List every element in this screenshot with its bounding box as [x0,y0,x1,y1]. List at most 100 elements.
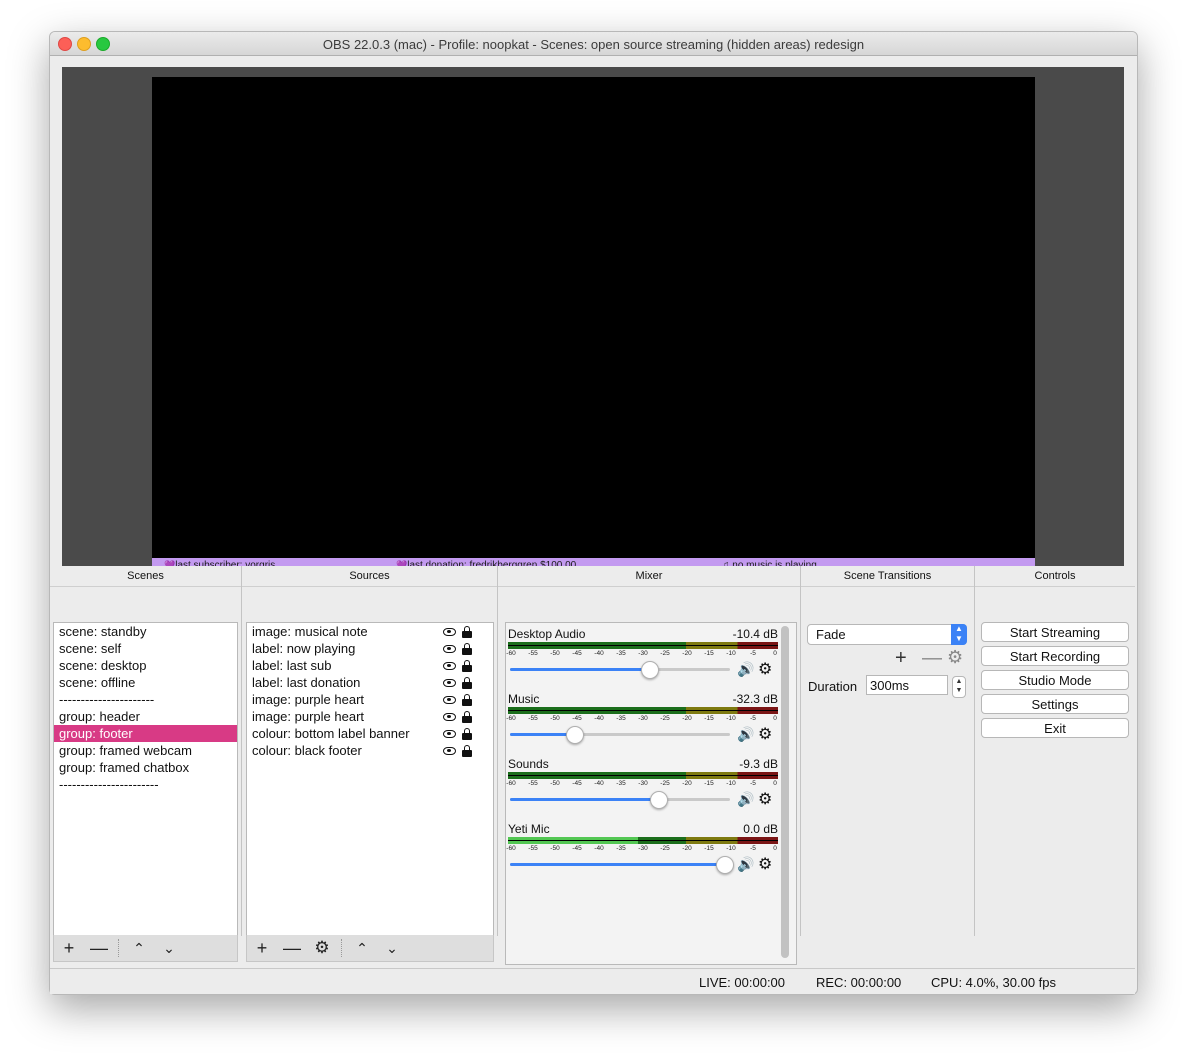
scene-item[interactable]: group: header [54,708,237,725]
source-item[interactable]: label: last sub [247,657,493,674]
add-transition-button[interactable]: + [895,647,907,670]
move-scene-up-button[interactable]: ⌃ [128,938,150,958]
scale-tick-label: -60 [506,845,516,852]
eye-icon[interactable] [443,696,456,704]
gear-icon[interactable]: ⚙ [758,854,772,874]
exit-button[interactable]: Exit [981,718,1129,738]
settings-button[interactable]: Settings [981,694,1129,714]
start-recording-button[interactable]: Start Recording [981,646,1129,666]
source-item[interactable]: colour: bottom label banner [247,725,493,742]
scene-item[interactable]: scene: desktop [54,657,237,674]
scene-item[interactable]: ----------------------- [54,776,237,793]
duration-stepper[interactable]: ▲ ▼ [952,676,966,698]
scene-item[interactable]: scene: self [54,640,237,657]
slider-knob[interactable] [716,856,734,874]
gear-icon[interactable]: ⚙ [758,724,772,744]
scene-transitions-header: Scene Transitions [801,566,974,587]
add-scene-button[interactable]: + [58,938,80,958]
sources-list[interactable]: image: musical note label: now playing lab… [246,622,494,936]
eye-icon[interactable] [443,730,456,738]
lock-icon[interactable] [462,745,472,757]
lock-icon[interactable] [462,643,472,655]
scale-tick-label: -60 [506,780,516,787]
scale-tick-label: 0 [773,650,777,657]
scale-tick-label: -55 [528,780,538,787]
scene-item[interactable]: scene: offline [54,674,237,691]
scale-tick-label: -60 [506,650,516,657]
scene-item[interactable]: group: framed chatbox [54,759,237,776]
volume-slider[interactable] [510,661,730,679]
lock-icon[interactable] [462,660,472,672]
scale-tick-label: -25 [660,715,670,722]
status-bar: LIVE: 00:00:00 REC: 00:00:00 CPU: 4.0%, … [50,968,1135,994]
mixer-channel: Music -32.3 dB -60 -55 -50 -45 -40 -35 -30 -25 -20… [506,692,778,752]
volume-slider[interactable] [510,791,730,809]
gear-icon[interactable]: ⚙ [758,789,772,809]
source-visibility-lock [443,677,475,690]
volume-slider[interactable] [510,726,730,744]
source-label: label: last donation [252,675,361,690]
eye-icon[interactable] [443,747,456,755]
source-properties-gear-icon[interactable]: ⚙ [311,938,333,958]
source-item[interactable]: label: now playing [247,640,493,657]
add-source-button[interactable]: + [251,938,273,958]
scene-item[interactable]: ---------------------- [54,691,237,708]
speaker-icon[interactable]: 🔊 [737,791,754,808]
scenes-list[interactable]: scene: standby scene: self scene: desktop s… [53,622,238,936]
scale-tick-label: -40 [594,780,604,787]
scale-tick-label: -5 [750,650,756,657]
scale-tick-label: 0 [773,715,777,722]
eye-icon[interactable] [443,679,456,687]
source-item[interactable]: image: musical note [247,623,493,640]
source-item[interactable]: label: last donation [247,674,493,691]
eye-icon[interactable] [443,628,456,636]
scale-tick-label: -5 [750,715,756,722]
eye-icon[interactable] [443,713,456,721]
scene-item[interactable]: group: footer [54,725,237,742]
volume-slider[interactable] [510,856,734,874]
remove-transition-button[interactable]: — [922,647,942,670]
lock-icon[interactable] [462,626,472,638]
speaker-icon[interactable]: 🔊 [737,661,754,678]
lock-icon[interactable] [462,677,472,689]
start-streaming-button[interactable]: Start Streaming [981,622,1129,642]
slider-knob[interactable] [649,791,668,809]
lock-icon[interactable] [462,711,472,723]
preview-canvas[interactable]: 💜last subscriber: vorgris 💜last donation… [152,77,1035,573]
source-label: colour: bottom label banner [252,726,410,741]
move-scene-down-button[interactable]: ⌄ [158,938,180,958]
move-source-up-button[interactable]: ⌃ [351,938,373,958]
source-item[interactable]: image: purple heart [247,708,493,725]
speaker-icon[interactable]: 🔊 [737,726,754,743]
studio-mode-button[interactable]: Studio Mode [981,670,1129,690]
speaker-icon[interactable]: 🔊 [737,856,754,873]
mixer-scrollbar[interactable] [781,626,789,958]
transition-select[interactable]: Fade ▲ ▼ [807,624,967,645]
cpu-fps: CPU: 4.0%, 30.00 fps [931,975,1057,990]
source-item[interactable]: colour: black footer [247,742,493,759]
source-item[interactable]: image: purple heart [247,691,493,708]
rec-timer: REC: 00:00:00 [816,975,902,990]
scale-tick-label: -30 [638,715,648,722]
scene-item[interactable]: group: framed webcam [54,742,237,759]
scale-tick-label: -55 [528,650,538,657]
volume-meter [508,772,778,779]
eye-icon[interactable] [443,645,456,653]
slider-knob[interactable] [566,726,585,744]
lock-icon[interactable] [462,728,472,740]
eye-icon[interactable] [443,662,456,670]
scale-tick-label: -30 [638,845,648,852]
lock-icon[interactable] [462,694,472,706]
remove-source-button[interactable]: — [281,938,303,958]
duration-label: Duration [808,679,858,694]
gear-icon[interactable]: ⚙ [758,659,772,679]
duration-input[interactable]: 300ms [866,675,948,695]
volume-meter [508,642,778,649]
transition-properties-gear-icon[interactable]: ⚙ [947,647,963,668]
mixer-channels: Desktop Audio -10.4 dB -60 -55 -50 -45 -40 -35-… [505,622,797,965]
scene-item[interactable]: scene: standby [54,623,237,640]
remove-scene-button[interactable]: — [88,938,110,958]
slider-knob[interactable] [641,661,660,679]
preview-area[interactable]: 💜last subscriber: vorgris 💜last donation… [62,67,1124,583]
move-source-down-button[interactable]: ⌄ [381,938,403,958]
